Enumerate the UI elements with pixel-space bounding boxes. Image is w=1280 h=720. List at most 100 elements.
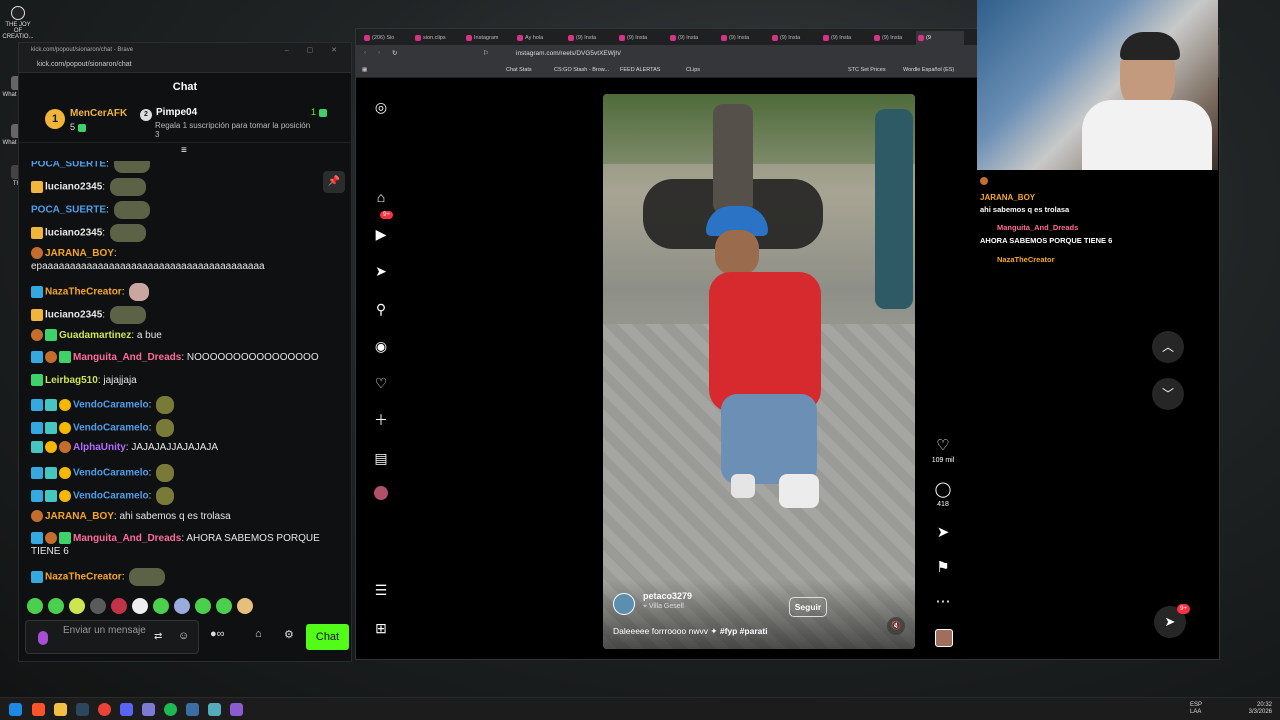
mic-icon[interactable]	[38, 631, 48, 645]
caption-hashtags[interactable]: #fyp #parati	[720, 626, 768, 636]
apps-icon[interactable]: ▦	[362, 67, 367, 73]
app-icon[interactable]	[208, 703, 221, 716]
more-icon[interactable]: ⊞	[372, 619, 390, 637]
gear-icon[interactable]: ⚙	[284, 628, 294, 641]
author-avatar[interactable]	[613, 593, 635, 615]
reload-icon[interactable]: ↻	[392, 49, 397, 57]
chat-username[interactable]: Leirbag510	[45, 375, 98, 386]
share-action[interactable]: ➤	[928, 524, 958, 542]
create-icon[interactable]: ＋	[372, 411, 390, 429]
chat-username[interactable]: JARANA_BOY	[45, 248, 114, 259]
more-options[interactable]: ⋯	[928, 593, 958, 611]
chat-username[interactable]: POCA_SUERTE	[31, 205, 106, 216]
desktop-icon[interactable]: THE JOY OF CREATIO...	[2, 6, 34, 40]
emote-icon[interactable]	[90, 598, 106, 614]
forward-icon[interactable]: ›	[378, 49, 380, 56]
chat-username[interactable]: Manguita_And_Dreads	[73, 352, 181, 363]
chrome-icon[interactable]	[98, 703, 111, 716]
app-icon[interactable]	[230, 703, 243, 716]
browser-tab[interactable]: (9) Insta	[668, 31, 716, 45]
heart-icon[interactable]: ♡	[372, 374, 390, 392]
comment-icon[interactable]: ◯	[928, 481, 958, 499]
chat-username[interactable]: NazaTheCreator	[45, 287, 122, 298]
browser-tab[interactable]: (9) Insta	[770, 31, 818, 45]
brave-icon[interactable]	[32, 703, 45, 716]
stats-icon[interactable]: ▤	[372, 449, 390, 467]
app-icon[interactable]	[142, 703, 155, 716]
chat-username[interactable]: VendoCaramelo	[73, 400, 149, 411]
chat-username[interactable]: POCA_SUERTE	[31, 161, 106, 170]
app-icon[interactable]	[186, 703, 199, 716]
profile-avatar[interactable]	[374, 486, 388, 500]
language-indicator[interactable]: ESP LAA	[1190, 702, 1202, 716]
explore-icon[interactable]: ◉	[372, 337, 390, 355]
browser-tab[interactable]: (9) Insta	[617, 31, 665, 45]
emote-icon[interactable]	[237, 598, 253, 614]
emote-picker-icon[interactable]: ●∞	[210, 628, 225, 640]
browser-tab-active[interactable]: (9	[916, 31, 964, 45]
chat-input[interactable]: Enviar un mensaje ⇄ ☺	[25, 620, 199, 654]
direct-icon[interactable]: ➤	[372, 262, 390, 280]
messages-button[interactable]: ➤ 9+	[1154, 604, 1190, 638]
chat-username[interactable]: VendoCaramelo	[73, 491, 149, 502]
store-icon[interactable]: ⌂	[255, 628, 262, 640]
address-bar[interactable]: instagram.com/reels/DVG5vtXEWjh/	[516, 50, 621, 57]
discord-icon[interactable]	[120, 703, 133, 716]
heart-icon[interactable]: ♡	[928, 437, 958, 455]
collapse-icon[interactable]: ≡	[181, 145, 187, 156]
browser-tab[interactable]: (9) Insta	[821, 31, 869, 45]
previous-reel-button[interactable]: ︿	[1152, 331, 1184, 363]
chat-username[interactable]: luciano2345	[45, 310, 102, 321]
chat-username[interactable]: VendoCaramelo	[73, 423, 149, 434]
leaderboard-name[interactable]: Pimpe04	[156, 107, 197, 118]
browser-tab[interactable]: (9) Insta	[719, 31, 767, 45]
search-icon[interactable]: ⚲	[372, 300, 390, 318]
clock[interactable]: 20:32 3/3/2026	[1249, 702, 1272, 716]
share-icon[interactable]: ➤	[928, 524, 958, 542]
more-dots-icon[interactable]: ⋯	[928, 593, 958, 611]
emote-icon[interactable]	[153, 598, 169, 614]
follow-button[interactable]: Seguir	[789, 597, 827, 617]
chat-username[interactable]: luciano2345	[45, 182, 102, 193]
emote-icon[interactable]	[174, 598, 190, 614]
browser-tab[interactable]: (206) Sio	[362, 31, 410, 45]
bookmark-item[interactable]: Wordle Español (ES)	[903, 67, 954, 73]
mute-icon[interactable]: 🔇	[887, 617, 905, 635]
chat-username[interactable]: AlphaUnity	[73, 442, 126, 453]
back-icon[interactable]: ‹	[364, 49, 366, 56]
emote-icon[interactable]	[216, 598, 232, 614]
chat-username[interactable]: JARANA_BOY	[45, 511, 114, 522]
next-reel-button[interactable]: ﹀	[1152, 378, 1184, 410]
chat-window-titlebar[interactable]: kick.com/popout/sionaron/chat - Brave – …	[19, 43, 351, 58]
bookmark-item[interactable]: Chat Stats	[506, 67, 532, 73]
emote-icon[interactable]	[195, 598, 211, 614]
reel-video[interactable]: petaco3279 ⌖ Villa Gesell Seguir Daleeee…	[603, 94, 915, 649]
browser-tab[interactable]: Ay hola	[515, 31, 563, 45]
chat-send-button[interactable]: Chat	[306, 624, 349, 650]
translate-icon[interactable]: ⇄	[154, 631, 162, 643]
comment-action[interactable]: ◯ 418	[928, 481, 958, 508]
steam-icon[interactable]	[76, 703, 89, 716]
save-action[interactable]: ⚑	[928, 559, 958, 577]
bookmark-item[interactable]: FEED ALERTAS	[620, 67, 660, 73]
bookmark-item[interactable]: STC Set Prices	[848, 67, 886, 73]
browser-tab[interactable]: sion.clips	[413, 31, 461, 45]
bookmark-item[interactable]: CLips	[686, 67, 700, 73]
folder-icon[interactable]	[54, 703, 67, 716]
bookmark-icon[interactable]: ⚐	[483, 49, 489, 57]
chat-username[interactable]: luciano2345	[45, 228, 102, 239]
emoji-icon[interactable]: ☺	[178, 630, 189, 642]
chat-username[interactable]: VendoCaramelo	[73, 468, 149, 479]
chat-username[interactable]: Guadamartinez	[59, 330, 131, 341]
browser-tab[interactable]: (9) Insta	[566, 31, 614, 45]
menu-icon[interactable]: ☰	[372, 581, 390, 599]
author-name[interactable]: petaco3279	[643, 591, 692, 601]
browser-tab[interactable]: Instagram	[464, 31, 512, 45]
chat-username[interactable]: Manguita_And_Dreads	[73, 533, 181, 544]
emote-icon[interactable]	[132, 598, 148, 614]
bookmark-icon[interactable]: ⚑	[928, 559, 958, 577]
home-icon[interactable]: ⌂	[372, 188, 390, 206]
emote-icon[interactable]	[111, 598, 127, 614]
windows-start-icon[interactable]	[9, 703, 22, 716]
emote-icon[interactable]	[48, 598, 64, 614]
